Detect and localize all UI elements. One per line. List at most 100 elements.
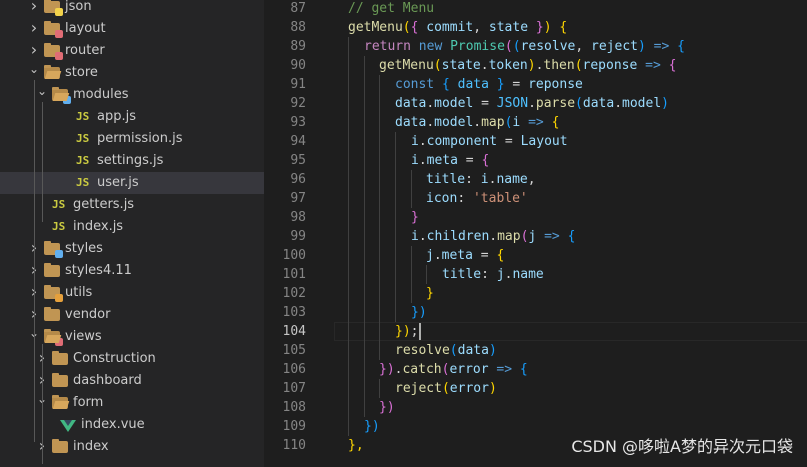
- indent-guide: [348, 246, 349, 265]
- modules-folder-icon: [52, 87, 71, 104]
- js-file-icon: JS: [76, 132, 90, 145]
- tree-folder-vendor[interactable]: ›vendor: [0, 304, 264, 326]
- tree-file-user.js[interactable]: JS user.js: [0, 172, 264, 194]
- tree-item-label: modules: [73, 87, 129, 102]
- tree-folder-form[interactable]: ⌄form: [0, 392, 264, 414]
- code-token: {: [567, 229, 576, 244]
- tree-folder-views[interactable]: ⌄views: [0, 326, 264, 348]
- indent-guide: [411, 246, 412, 265]
- chevron-right-icon[interactable]: ›: [28, 40, 40, 62]
- indent-guide: [379, 208, 380, 227]
- indent-guide: [411, 265, 412, 284]
- tree-folder-layout[interactable]: › layout: [0, 18, 264, 40]
- tree-file-permission.js[interactable]: JS permission.js: [0, 128, 264, 150]
- tree-folder-index[interactable]: ›index: [0, 436, 264, 458]
- code-token: icon: [426, 191, 458, 206]
- tree-folder-Construction[interactable]: ›Construction: [0, 348, 264, 370]
- code-text: // get Menu: [348, 0, 434, 18]
- code-line[interactable]: 95 i.meta = {: [264, 151, 807, 170]
- code-token: (: [441, 381, 450, 396]
- indent-guide: [364, 151, 365, 170]
- code-token: }: [488, 77, 505, 92]
- tree-folder-modules[interactable]: ⌄ modules: [0, 84, 264, 106]
- code-line[interactable]: 90 getMenu(state.token).then(reponse => {: [264, 56, 807, 75]
- indent-guide: [348, 132, 349, 151]
- code-line[interactable]: 87 // get Menu: [264, 0, 807, 18]
- js-file-icon: JS: [52, 198, 66, 211]
- indent-guide: [364, 322, 365, 341]
- folder-icon: [52, 395, 68, 409]
- code-line[interactable]: 100 j.meta = {: [264, 246, 807, 265]
- chevron-right-icon[interactable]: ›: [28, 0, 40, 18]
- indent-guide: [364, 265, 365, 284]
- code-line[interactable]: 103}): [264, 303, 807, 322]
- code-token: reponse: [582, 58, 638, 73]
- tree-folder-json[interactable]: › json: [0, 0, 264, 18]
- code-token: =: [504, 77, 529, 92]
- tree-folder-styles[interactable]: ›styles: [0, 238, 264, 260]
- code-line[interactable]: 88 getMenu({ commit, state }) {: [264, 18, 807, 37]
- code-line[interactable]: 92 data.model = JSON.parse(data.model): [264, 94, 807, 113]
- code-token: then: [543, 58, 575, 73]
- indent-guide: [395, 265, 396, 284]
- code-line[interactable]: 97 icon: 'table': [264, 189, 807, 208]
- line-number: 109: [282, 419, 306, 434]
- tree-file-index.vue[interactable]: index.vue: [0, 414, 264, 436]
- code-line[interactable]: 102}: [264, 284, 807, 303]
- code-text: i.meta = {: [411, 151, 489, 170]
- chevron-right-icon[interactable]: ›: [28, 18, 40, 40]
- code-token: meta: [441, 248, 473, 263]
- code-token: .: [473, 115, 482, 130]
- indent-guide: [348, 284, 349, 303]
- tree-item-label: app.js: [97, 109, 136, 124]
- line-number: 95: [290, 153, 306, 168]
- code-line[interactable]: 101 title: j.name: [264, 265, 807, 284]
- code-token: }): [379, 362, 395, 377]
- tree-file-index.js[interactable]: JS index.js: [0, 216, 264, 238]
- tree-file-getters.js[interactable]: JS getters.js: [0, 194, 264, 216]
- code-line[interactable]: 104});: [264, 322, 807, 341]
- tree-folder-router[interactable]: › router: [0, 40, 264, 62]
- indent-guide: [364, 94, 365, 113]
- code-line[interactable]: 99 i.children.map(j => {: [264, 227, 807, 246]
- code-editor[interactable]: 87// get Menu 88 getMenu({ commit, state }…: [264, 0, 807, 467]
- code-text: i.component = Layout: [411, 132, 568, 151]
- utils-folder-icon: [44, 285, 63, 302]
- code-line[interactable]: 96 title: i.name,: [264, 170, 807, 189]
- code-text: reject(error): [395, 379, 497, 398]
- code-token: data: [395, 115, 427, 130]
- code-line[interactable]: 93 data.model.map(i => {: [264, 113, 807, 132]
- tree-folder-utils[interactable]: ›utils: [0, 282, 264, 304]
- tree-folder-styles4.11[interactable]: ›styles4.11: [0, 260, 264, 282]
- code-line[interactable]: 108}): [264, 398, 807, 417]
- code-token: .: [426, 115, 435, 130]
- code-token: 'table': [472, 191, 528, 206]
- code-line[interactable]: 106}).catch(error => {: [264, 360, 807, 379]
- tree-file-settings.js[interactable]: JS settings.js: [0, 150, 264, 172]
- code-token: data: [395, 96, 427, 111]
- line-number: 89: [290, 39, 306, 54]
- indent-guide: [348, 75, 349, 94]
- code-line[interactable]: 94 i.component = Layout: [264, 132, 807, 151]
- code-text: icon: 'table': [426, 189, 528, 208]
- code-line[interactable]: 105 resolve(data): [264, 341, 807, 360]
- tree-folder-store[interactable]: ⌄ store: [0, 62, 264, 84]
- tree-item-label: index.vue: [81, 417, 145, 432]
- js-file-icon: JS: [76, 154, 90, 167]
- code-token: i: [480, 172, 489, 187]
- code-token: j: [426, 248, 434, 263]
- indent-guide: [379, 151, 380, 170]
- code-line[interactable]: 98}: [264, 208, 807, 227]
- indent-guide: [348, 94, 349, 113]
- code-token: =>: [488, 362, 520, 377]
- code-line[interactable]: 89 return new Promise((resolve, reject) =…: [264, 37, 807, 56]
- indent-guide: [379, 303, 380, 322]
- indent-guide: [364, 246, 365, 265]
- code-line[interactable]: 91 const { data } = reponse: [264, 75, 807, 94]
- tree-item-label: index.js: [73, 219, 124, 234]
- code-token: title: [442, 267, 482, 282]
- code-line[interactable]: 107 reject(error): [264, 379, 807, 398]
- tree-folder-dashboard[interactable]: ›dashboard: [0, 370, 264, 392]
- code-token: reject: [591, 39, 638, 54]
- tree-file-app.js[interactable]: JS app.js: [0, 106, 264, 128]
